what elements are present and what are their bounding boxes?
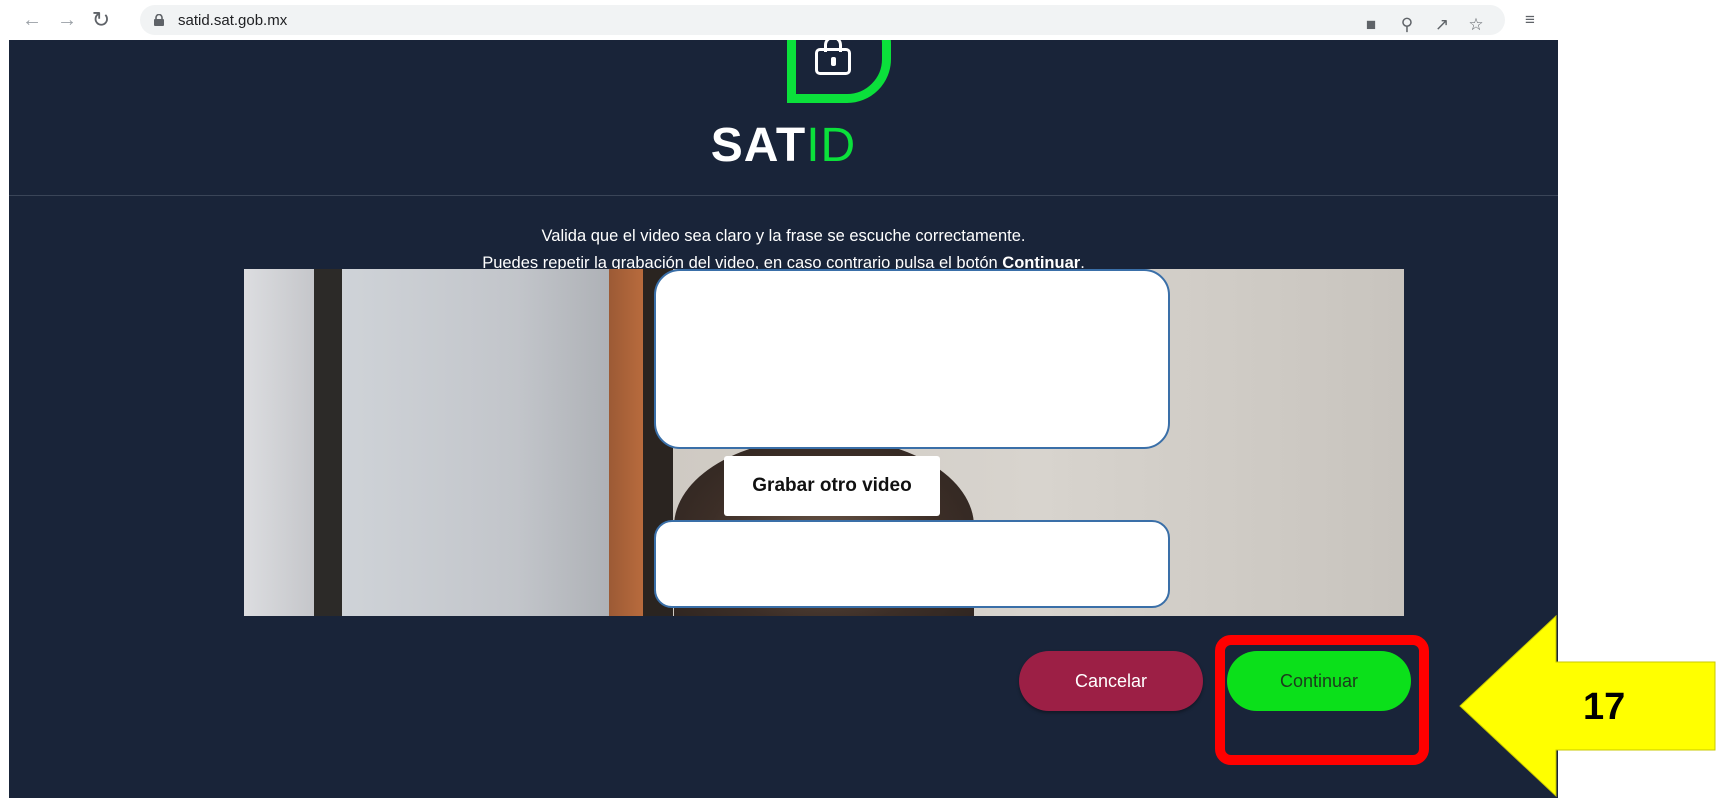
logo-keyhole [831, 57, 836, 66]
video-bg-door [609, 269, 643, 616]
url-text: satid.sat.gob.mx [178, 12, 288, 29]
continue-highlight-box [1215, 635, 1429, 765]
video-bg-pillar [342, 269, 634, 616]
header-divider [9, 195, 1558, 196]
video-bg-panel [244, 269, 314, 616]
instruction-line-1: Valida que el video sea claro y la frase… [541, 227, 1026, 245]
lock-icon [154, 14, 164, 26]
video-bg-frame [314, 269, 342, 616]
reload-icon[interactable]: ↻ [89, 8, 113, 32]
video-overlay-bottom [654, 520, 1170, 608]
browser-toolbar: ← → ↻ satid.sat.gob.mx ■ ⚲ ↗ ☆ ≡ [0, 0, 1716, 40]
reading-list-icon[interactable]: ≡ [1519, 9, 1541, 31]
camera-icon[interactable]: ■ [1360, 14, 1382, 36]
star-icon[interactable]: ☆ [1465, 14, 1487, 36]
address-bar[interactable]: satid.sat.gob.mx ■ ⚲ ↗ ☆ [140, 5, 1505, 35]
rerecord-video-button[interactable]: Grabar otro video [724, 456, 940, 516]
back-arrow-icon[interactable]: ← [20, 8, 44, 32]
forward-arrow-icon[interactable]: → [55, 8, 79, 32]
satid-logo-text: SATID [9, 118, 1558, 173]
logo-sat: SAT [710, 119, 807, 172]
zoom-out-icon[interactable]: ⚲ [1396, 14, 1418, 36]
logo-id: ID [806, 119, 857, 172]
cancel-button[interactable]: Cancelar [1019, 651, 1203, 711]
video-overlay-top [654, 269, 1170, 449]
step-number: 17 [1583, 686, 1626, 728]
share-icon[interactable]: ↗ [1431, 14, 1453, 36]
